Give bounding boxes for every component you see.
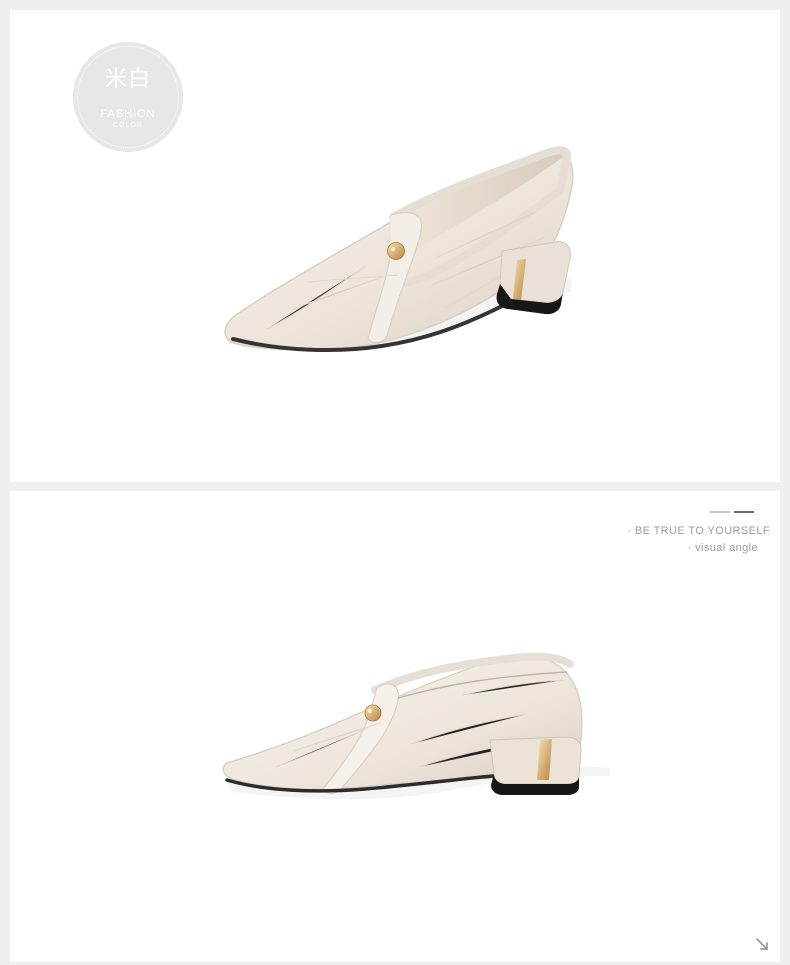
arrow-down-right-icon <box>756 938 768 950</box>
bottom-product-panel: · BE TRUE TO YOURSELF · visual angle <box>10 491 780 962</box>
cream-loafer-image-front-view <box>224 146 574 353</box>
fashion-label: FASHION <box>100 108 156 120</box>
product-detail-page: 米白 FASHION COLOR · BE TRUE TO YOURSELF ·… <box>0 0 790 965</box>
decorative-line-dark <box>734 511 754 513</box>
cream-loafer-image-side-view <box>222 652 610 800</box>
color-label: COLOR <box>113 122 143 129</box>
view-caption: · visual angle <box>687 542 758 554</box>
brand-slogan: · BE TRUE TO YOURSELF <box>627 525 770 537</box>
caption-decorative-lines <box>710 510 754 514</box>
color-name: 米白 <box>104 67 151 92</box>
top-product-panel: 米白 FASHION COLOR <box>10 10 780 482</box>
decorative-line-light <box>710 511 730 513</box>
color-badge: 米白 FASHION COLOR <box>73 42 183 152</box>
